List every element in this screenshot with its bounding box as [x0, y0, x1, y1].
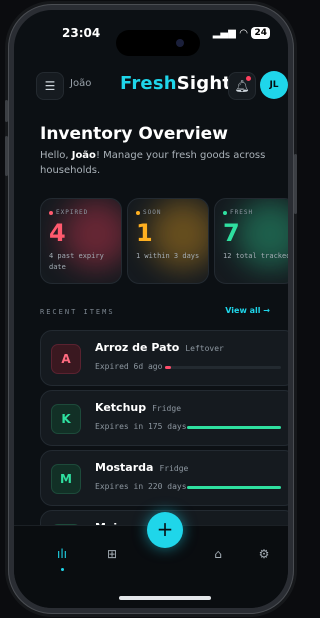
- item-name: Mostarda Fridge: [95, 461, 188, 474]
- signal-icon: ▂▄▆: [212, 27, 236, 39]
- stat-value: 7: [223, 219, 240, 247]
- stat-sub: 12 total tracked: [223, 252, 288, 260]
- status-icons: ▂▄▆ ◠ 24: [213, 27, 270, 39]
- menu-icon: ☰: [44, 79, 56, 93]
- stat-value: 4: [49, 219, 66, 247]
- status-time: 23:04: [62, 26, 101, 40]
- item-name-text: Arroz de Pato: [95, 341, 180, 354]
- status-bar: 23:04 ▂▄▆ ◠ 24: [14, 24, 288, 56]
- app-header: ☰ João FreshSight 🔔︎ JL: [14, 68, 288, 102]
- app-screen: 23:04 ▂▄▆ ◠ 24 ☰ João FreshSight 🔔︎ JL I…: [14, 10, 288, 608]
- greeting-pre: Hello,: [40, 150, 72, 161]
- dynamic-island: [116, 30, 200, 56]
- avatar[interactable]: JL: [260, 71, 288, 99]
- freshness-fill: [165, 366, 171, 369]
- page-subtitle: Hello, João! Manage your fresh goods acr…: [40, 148, 280, 178]
- stat-label: EXPIRED: [49, 209, 88, 216]
- volume-up-button: [5, 136, 8, 176]
- freshness-bar: [187, 486, 281, 489]
- item-name: Ketchup Fridge: [95, 401, 181, 414]
- freshness-fill: [187, 426, 281, 429]
- list-item[interactable]: A Arroz de Pato Leftover Expired 6d ago: [40, 330, 288, 386]
- stat-card-fresh[interactable]: FRESH 7 12 total tracked: [214, 198, 288, 284]
- freshness-fill: [187, 486, 281, 489]
- logo-sight: Sight: [176, 73, 232, 94]
- freshness-bar: [165, 366, 281, 369]
- list-item[interactable]: K Ketchup Fridge Expires in 175 days: [40, 390, 288, 446]
- menu-button[interactable]: ☰: [36, 72, 64, 100]
- status-dot-icon: [136, 210, 140, 215]
- stat-sub: 4 past expiry date: [49, 252, 104, 271]
- item-location: Fridge: [152, 404, 182, 413]
- bell-icon: 🔔︎: [234, 79, 250, 93]
- page-title: Inventory Overview: [40, 124, 228, 144]
- wifi-icon: ◠: [239, 27, 248, 39]
- home-indicator: [119, 596, 211, 600]
- camera-icon: [176, 39, 184, 47]
- freshness-bar: [187, 426, 281, 429]
- item-expiry: Expires in 220 days: [95, 482, 187, 491]
- add-item-button[interactable]: +: [147, 512, 183, 548]
- item-name-text: Ketchup: [95, 401, 147, 414]
- stat-sub: 1 within 3 days: [136, 252, 200, 260]
- bottom-nav: ılı ⊞ + ⌂ ⚙: [14, 512, 288, 608]
- item-name-text: Mostarda: [95, 461, 154, 474]
- stat-card-soon[interactable]: SOON 1 1 within 3 days: [127, 198, 209, 284]
- grid-icon[interactable]: ⊞: [102, 544, 122, 564]
- item-name: Arroz de Pato Leftover: [95, 341, 224, 354]
- notification-dot: [246, 76, 251, 81]
- stats-cards: EXPIRED 4 4 past expiry date SOON 1 1 wi…: [40, 198, 288, 284]
- power-button: [294, 154, 297, 214]
- stat-label: FRESH: [223, 209, 253, 216]
- home-icon[interactable]: ⌂: [208, 544, 228, 564]
- stat-label: SOON: [136, 209, 161, 216]
- item-badge: K: [51, 404, 81, 434]
- item-badge: A: [51, 344, 81, 374]
- current-user: João: [70, 78, 92, 89]
- item-badge: M: [51, 464, 81, 494]
- status-dot-icon: [223, 210, 227, 215]
- stat-label-text: EXPIRED: [56, 209, 89, 216]
- settings-icon[interactable]: ⚙: [254, 544, 274, 564]
- stat-card-expired[interactable]: EXPIRED 4 4 past expiry date: [40, 198, 122, 284]
- item-expiry: Expired 6d ago: [95, 362, 163, 371]
- stats-icon[interactable]: ılı: [52, 544, 72, 564]
- recent-items-heading: RECENT ITEMS: [40, 308, 115, 316]
- greeting-name: João: [71, 150, 96, 161]
- stat-label-text: FRESH: [230, 209, 254, 216]
- app-logo: FreshSight: [120, 73, 231, 94]
- phone-frame: 23:04 ▂▄▆ ◠ 24 ☰ João FreshSight 🔔︎ JL I…: [5, 4, 297, 614]
- stat-label-text: SOON: [143, 209, 162, 216]
- item-location: Leftover: [185, 344, 224, 353]
- item-location: Fridge: [159, 464, 189, 473]
- item-expiry: Expires in 175 days: [95, 422, 187, 431]
- stat-value: 1: [136, 219, 153, 247]
- battery-icon: 24: [251, 27, 270, 39]
- logo-fresh: Fresh: [120, 73, 177, 94]
- active-indicator: [61, 568, 64, 571]
- action-button: [5, 100, 8, 122]
- view-all-link[interactable]: View all →: [225, 306, 270, 315]
- list-item[interactable]: M Mostarda Fridge Expires in 220 days: [40, 450, 288, 506]
- status-dot-icon: [49, 210, 53, 215]
- notifications-button[interactable]: 🔔︎: [228, 72, 256, 100]
